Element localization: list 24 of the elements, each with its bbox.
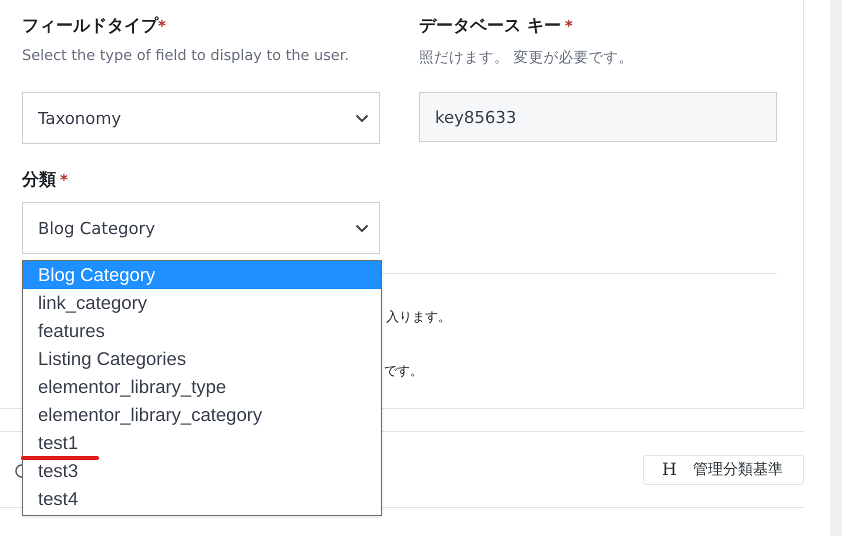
dropdown-option[interactable]: features [23, 317, 381, 345]
required-mark: * [158, 17, 166, 35]
required-mark: * [60, 171, 68, 189]
required-mark: * [564, 17, 573, 35]
chevron-down-icon [355, 114, 369, 122]
description-text: です。 [384, 363, 423, 380]
chevron-down-icon [355, 224, 369, 232]
dropdown-option[interactable]: elementor_library_category [23, 401, 381, 429]
dropdown-option[interactable]: test1 [23, 429, 381, 457]
field-label: フィールドタイプ [22, 16, 158, 36]
category-select[interactable]: Blog Category [22, 202, 380, 254]
field-label: 分類 [22, 170, 56, 190]
dropdown-option[interactable]: Listing Categories [23, 345, 381, 373]
manage-taxonomies-button[interactable]: H 管理分類基準 [643, 454, 804, 484]
dropdown-option[interactable]: test4 [23, 485, 381, 513]
dropdown-option[interactable]: elementor_library_type [23, 373, 381, 401]
field-type-select[interactable]: Taxonomy [22, 92, 380, 144]
dropdown-option[interactable]: link_category [23, 289, 381, 317]
description-text: 入ります。 [386, 309, 451, 326]
field-hint: Select the type of field to display to the user. [22, 48, 350, 66]
field-hint: 照だけます。 変更が必要です。 [419, 48, 635, 68]
dropdown-option[interactable]: test3 [23, 457, 381, 485]
field-label: データベース キー [419, 16, 561, 36]
database-key-field[interactable]: key85633 [419, 92, 777, 142]
